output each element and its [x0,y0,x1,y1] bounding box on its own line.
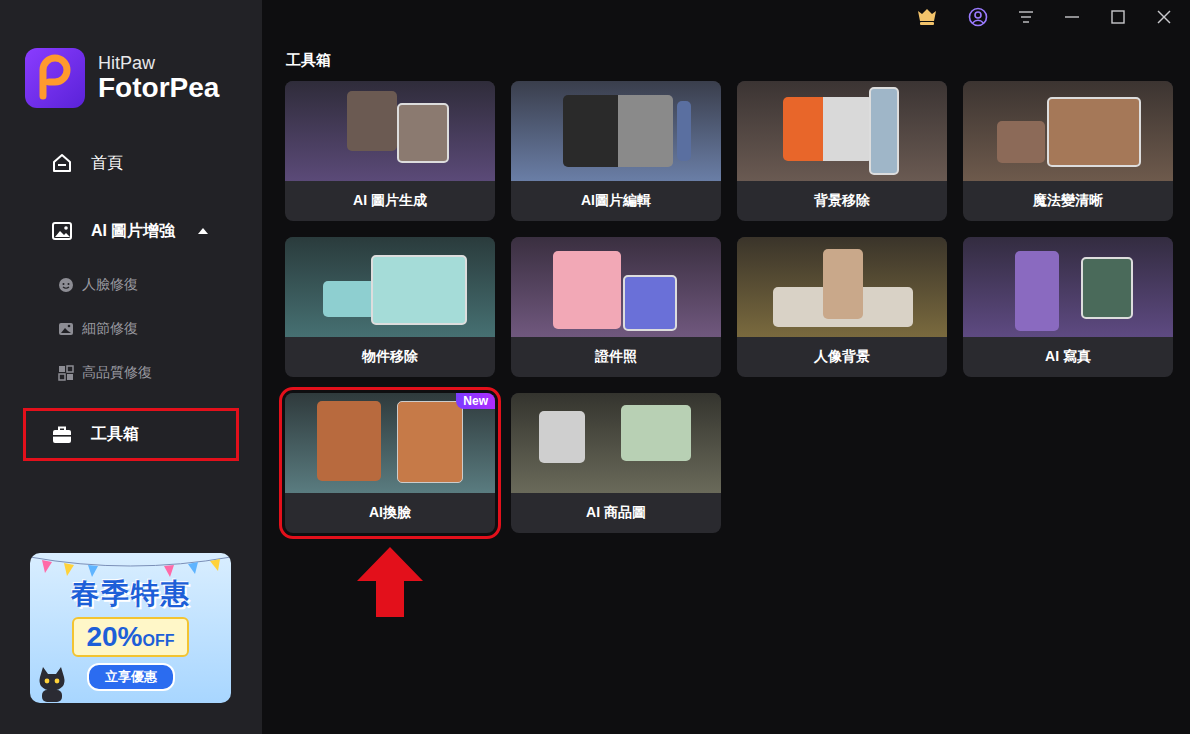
close-icon[interactable] [1156,9,1172,25]
tool-preview-image [963,81,1173,181]
brand-name: HitPaw [98,54,219,73]
pointer-arrow-icon [357,547,423,617]
tool-preview-image [285,81,495,181]
tool-preview-image [737,237,947,337]
tool-card[interactable]: AI換臉 New [285,393,495,533]
tool-card-label: 證件照 [511,337,721,377]
sidebar-nav: 首頁 AI 圖片增強人臉修復細節修復高品質修復工具箱 [0,138,262,461]
tool-preview-image [511,393,721,493]
tool-card[interactable]: 背景移除 [737,81,947,221]
tool-card-label: 背景移除 [737,181,947,221]
account-icon[interactable] [968,7,988,27]
home-icon [51,152,73,174]
tool-card-label: AI 圖片生成 [285,181,495,221]
tool-card[interactable]: 人像背景 [737,237,947,377]
sidebar-item-label: 首頁 [91,153,123,174]
tool-card-label: AI 商品圖 [511,493,721,533]
new-badge: New [456,393,495,409]
detail-icon [58,321,74,337]
sidebar-item-label: 高品質修復 [82,364,152,382]
tool-card-label: 物件移除 [285,337,495,377]
title-bar [262,0,1190,34]
quality-icon [58,365,74,381]
promo-title: 春季特惠 [71,575,191,613]
sidebar-item[interactable]: 首頁 [23,138,239,188]
image-enhance-icon [51,220,73,242]
main-panel: 工具箱 AI 圖片生成 AI圖片編輯背景移除魔法變清晰物件移除證件照人像背景 AI 寫… [262,0,1190,734]
sidebar-item-label: 人臉修復 [82,276,138,294]
bunting-icon [30,553,231,583]
sidebar-item[interactable]: 細節修復 [23,307,239,351]
tool-card[interactable]: AI 圖片生成 [285,81,495,221]
sidebar-item-label: 工具箱 [91,424,139,445]
promo-button[interactable]: 立享優惠 [87,663,175,691]
section-title: 工具箱 [286,50,1190,70]
tool-card[interactable]: AI 商品圖 [511,393,721,533]
promo-banner[interactable]: 春季特惠 20%OFF 立享優惠 [30,553,231,703]
caret-icon[interactable] [197,227,209,235]
logo[interactable]: HitPawFotorPea [0,0,262,108]
promo-discount: 20%OFF [72,617,188,657]
face-icon [58,277,74,293]
sidebar-item-label: AI 圖片增強 [91,221,175,242]
tool-card-label: 魔法變清晰 [963,181,1173,221]
tool-card[interactable]: 魔法變清晰 [963,81,1173,221]
sidebar: HitPawFotorPea 首頁 AI 圖片增強人臉修復細節修復高品質修復工具箱春… [0,0,262,734]
sidebar-item-label: 細節修復 [82,320,138,338]
toolbox-icon [51,424,73,446]
minimize-icon[interactable] [1064,9,1080,25]
tool-card[interactable]: AI圖片編輯 [511,81,721,221]
shop-cart-icon[interactable] [916,7,938,27]
tool-card-label: AI 寫真 [963,337,1173,377]
tool-preview-image [285,237,495,337]
tool-card[interactable]: AI 寫真 [963,237,1173,377]
sidebar-item[interactable]: 工具箱 [23,408,239,461]
cat-mascot-icon [34,663,70,703]
sidebar-item[interactable]: AI 圖片增強 [23,206,239,256]
tool-grid: AI 圖片生成 AI圖片編輯背景移除魔法變清晰物件移除證件照人像背景 AI 寫真 AI… [262,81,1190,533]
tool-preview-image [963,237,1173,337]
tool-preview-image [737,81,947,181]
product-name: FotorPea [98,73,219,102]
tool-preview-image [511,81,721,181]
menu-icon[interactable] [1018,10,1034,24]
tool-card[interactable]: 證件照 [511,237,721,377]
sidebar-item[interactable]: 高品質修復 [23,351,239,395]
tool-card-label: AI換臉 [285,493,495,533]
tool-card-label: 人像背景 [737,337,947,377]
sidebar-item[interactable]: 人臉修復 [23,263,239,307]
maximize-icon[interactable] [1110,9,1126,25]
tool-preview-image [511,237,721,337]
tool-card-label: AI圖片編輯 [511,181,721,221]
app-window: HitPawFotorPea首頁AI 圖片增強人臉修復細節修復高品質修復工具箱春… [0,0,1190,734]
logo-icon [25,48,85,108]
tool-card[interactable]: 物件移除 [285,237,495,377]
